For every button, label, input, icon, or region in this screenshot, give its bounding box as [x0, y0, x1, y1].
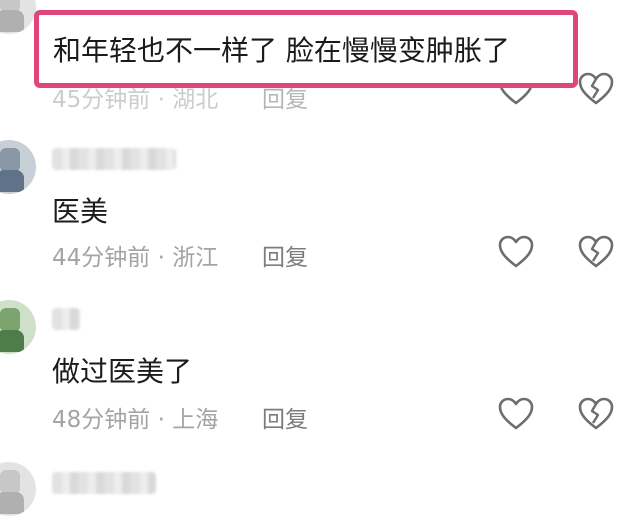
avatar[interactable]	[0, 462, 36, 516]
meta-separator: ·	[150, 407, 173, 433]
comment-meta: 44分钟前 · 浙江	[52, 238, 218, 272]
avatar[interactable]	[0, 0, 36, 34]
broken-heart-icon[interactable]	[578, 397, 614, 431]
comment-meta: 48分钟前 · 上海	[52, 400, 218, 434]
comment-time: 48分钟前	[52, 407, 151, 433]
avatar[interactable]	[0, 140, 36, 194]
comment-content: 医美	[52, 195, 109, 228]
avatar[interactable]	[0, 300, 36, 354]
broken-heart-icon[interactable]	[578, 72, 614, 106]
comment-location: 湖北	[172, 87, 219, 113]
username-blurred	[52, 148, 176, 170]
comment-content: 和年轻也不一样了 脸在慢慢变肿胀了	[53, 34, 510, 67]
reply-button[interactable]: 回复	[262, 400, 308, 434]
username-blurred	[52, 308, 80, 330]
comment-time: 45分钟前	[52, 87, 151, 113]
meta-separator: ·	[150, 245, 173, 271]
comment-location: 上海	[172, 407, 219, 433]
comment-content: 做过医美了	[52, 355, 193, 388]
meta-separator: ·	[150, 87, 173, 113]
comment-location: 浙江	[172, 245, 219, 271]
reply-button[interactable]: 回复	[262, 238, 308, 272]
highlight-box: 和年轻也不一样了 脸在慢慢变肿胀了	[34, 10, 578, 88]
broken-heart-icon[interactable]	[578, 235, 614, 269]
heart-outline-icon[interactable]	[498, 397, 534, 431]
username-blurred	[52, 472, 156, 494]
comment-time: 44分钟前	[52, 245, 151, 271]
heart-outline-icon[interactable]	[498, 235, 534, 269]
